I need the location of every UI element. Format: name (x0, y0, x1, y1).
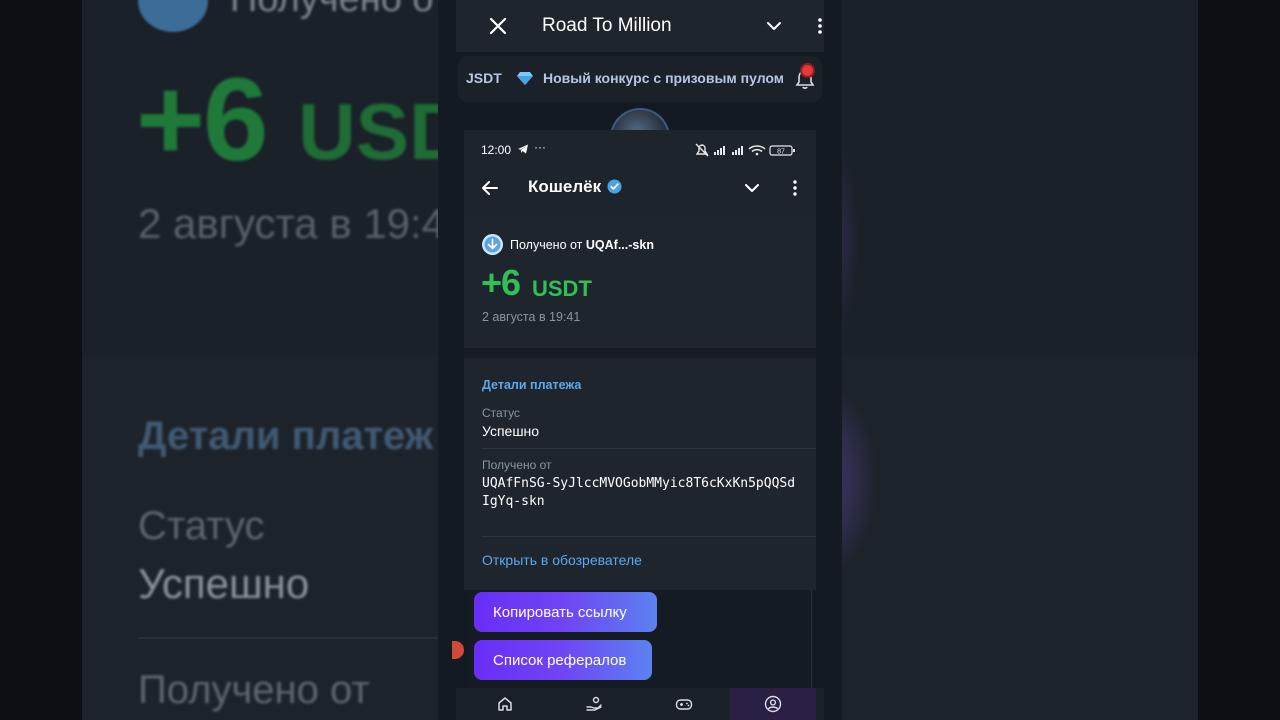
section-separator (464, 348, 816, 358)
divider (482, 536, 816, 537)
ticker-text: Новый конкурс с призовым пулом (543, 70, 783, 86)
notification-dot (802, 65, 813, 76)
backdrop-status-label: Статус (138, 504, 265, 548)
from-label: Получено от (482, 458, 552, 472)
backdrop-divider (138, 637, 438, 639)
receive-arrow-icon (482, 234, 503, 255)
backdrop-right-edge (1198, 0, 1280, 720)
status-label: Статус (482, 406, 520, 420)
chevron-down-icon[interactable] (764, 16, 784, 36)
ticker-prefix: JSDT (466, 70, 502, 86)
backdrop-details-title: Детали платеж (138, 414, 434, 458)
announcement-ticker[interactable]: JSDT Новый конкурс с призовым пулом (458, 56, 822, 102)
system-status-icons: 87 (695, 143, 795, 157)
nav-home[interactable] (462, 688, 548, 720)
nav-games[interactable] (641, 688, 727, 720)
miniapp-title: Road To Million (542, 15, 672, 36)
backdrop-amount: +6 (136, 54, 269, 186)
transaction-sender: Получено от UQAf...-skn (510, 238, 654, 252)
profile-icon (764, 695, 782, 713)
back-arrow-icon[interactable] (480, 178, 500, 198)
nav-profile[interactable] (730, 688, 816, 720)
backdrop-received-text: Получено от (230, 0, 450, 21)
transaction-amount: +6 (481, 262, 521, 303)
action-buttons: Копировать ссылку Список рефералов (468, 590, 812, 688)
side-indicator (452, 641, 464, 659)
payment-details: Детали платежа Статус Успешно Получено о… (464, 358, 816, 590)
status-more-dots: ··· (534, 140, 546, 154)
hand-coin-icon (586, 696, 602, 711)
status-time: 12:00 (481, 143, 512, 157)
bottom-nav (456, 688, 824, 720)
transaction-currency: USDT (532, 276, 592, 301)
divider (482, 448, 816, 449)
diamond-icon (517, 72, 533, 85)
more-vertical-icon[interactable] (786, 179, 804, 197)
nav-earn[interactable] (551, 688, 637, 720)
close-icon[interactable] (486, 14, 510, 38)
transaction-date: 2 августа в 19:41 (482, 310, 581, 324)
transaction-card: Получено от UQAf...-skn +6 USDT 2 август… (464, 214, 816, 348)
more-vertical-icon[interactable] (810, 16, 830, 36)
backdrop-date: 2 августа в 19:4 (138, 200, 446, 247)
wallet-title: Кошелёк (528, 177, 602, 196)
miniapp-header: Road To Million (456, 0, 824, 52)
status-bar: 12:00 ··· 87 (464, 130, 816, 170)
wallet-header: Кошелёк (464, 170, 816, 214)
copy-link-button[interactable]: Копировать ссылку (474, 592, 657, 632)
telegram-icon (518, 144, 528, 154)
backdrop-from-label: Получено от (138, 668, 370, 712)
received-from-label: Получено от (510, 238, 583, 252)
phone-screen: Road To Million JSDT Новый конкурс с при… (438, 0, 842, 720)
home-icon (498, 697, 512, 711)
gamepad-icon (675, 699, 693, 710)
backdrop-status-value: Успешно (138, 560, 310, 607)
sender-short-address: UQAf...-skn (585, 238, 654, 252)
battery-level: 87 (777, 148, 785, 155)
status-value: Успешно (482, 423, 540, 439)
open-in-explorer-link[interactable]: Открыть в обозревателе (482, 552, 642, 568)
verified-badge-icon (607, 179, 622, 194)
referrals-list-button[interactable]: Список рефералов (474, 640, 652, 680)
backdrop-left-edge (0, 0, 82, 720)
from-address[interactable]: UQAfFnSG-SyJlccMVOGobMMyic8T6cKxKn5pQQSd… (482, 475, 802, 511)
wallet-screenshot: 12:00 ··· 87 Кошелёк Получено от UQAf...… (464, 130, 816, 590)
details-title: Детали платежа (482, 378, 582, 392)
chevron-down-icon[interactable] (743, 179, 761, 197)
